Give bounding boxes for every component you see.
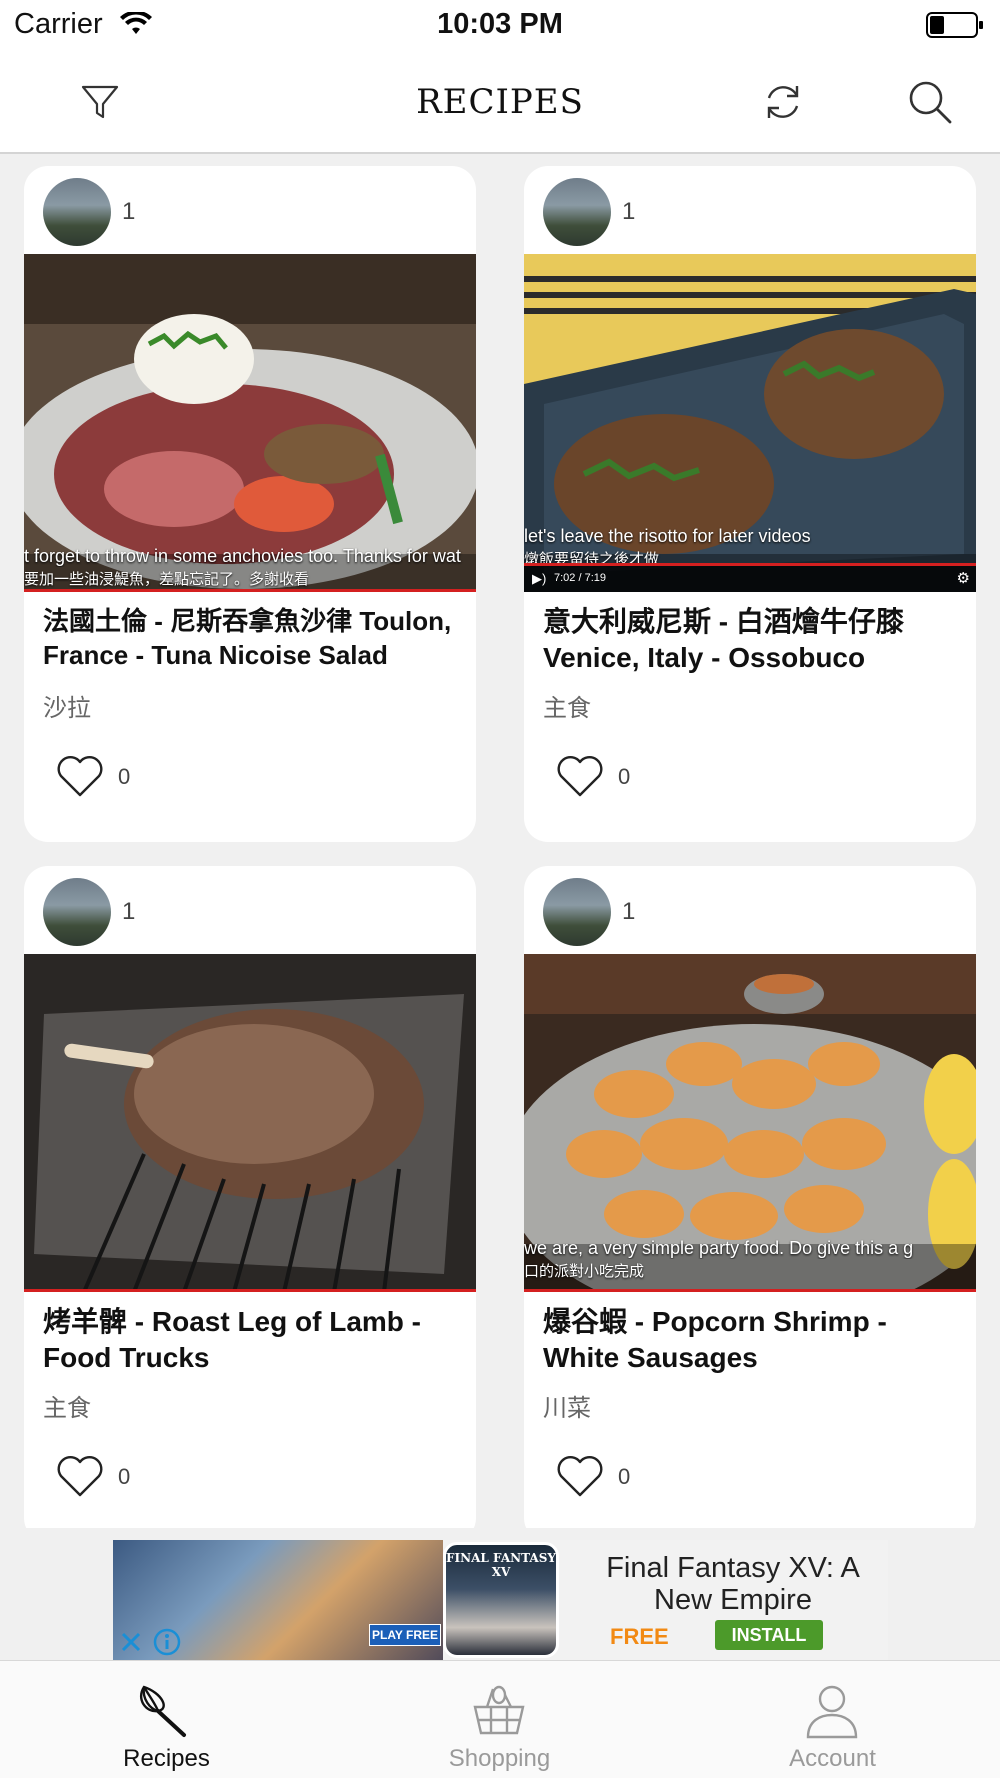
heart-icon [57,1456,103,1497]
recipe-video-thumbnail[interactable]: let's leave the risotto for later videos… [524,254,976,592]
card-header: 1 [524,866,976,954]
video-controls: ▶) 7:02 / 7:19 ⚙ [524,566,976,592]
video-caption-translation: 口的派對小吃完成 [524,1263,645,1280]
recipe-card[interactable]: 1 we are, a very simple party food. Do g… [524,866,976,1528]
tab-account[interactable]: Account [666,1661,999,1778]
tab-recipes[interactable]: Recipes [0,1661,333,1778]
heart-icon [557,1456,603,1497]
recipe-category: 主食 [43,1395,91,1422]
video-caption-translation: 要加一些油浸鯷魚，差點忘記了。多謝收看 [24,571,310,588]
battery-icon [926,12,983,38]
lamb-image [24,954,476,1292]
tab-label: Recipes [123,1745,210,1772]
author-count: 1 [622,198,636,225]
tab-shopping[interactable]: Shopping [333,1661,666,1778]
ad-install-button[interactable]: INSTALL [715,1620,823,1650]
like-button[interactable]: 0 [56,754,256,804]
heart-icon [57,756,103,797]
author-count: 1 [622,898,636,925]
like-button[interactable]: 0 [56,1454,256,1504]
navigation-bar: RECIPES [0,52,1000,154]
info-icon[interactable] [153,1628,181,1656]
recipe-title[interactable]: 意大利威尼斯 - 白酒燴牛仔膝 Venice, Italy - Ossobuco [543,604,963,676]
recipe-grid[interactable]: 1 t forget to throw in some anchovies to… [0,156,1000,1528]
card-header: 1 [24,166,476,254]
ad-headline[interactable]: Final Fantasy XV: A New Empire [583,1552,883,1616]
tab-label: Shopping [448,1745,551,1772]
author-count: 1 [122,898,136,925]
author-avatar[interactable] [43,878,111,946]
video-caption: we are, a very simple party food. Do giv… [524,1238,914,1258]
close-icon[interactable] [117,1628,145,1656]
author-count: 1 [122,198,136,225]
whisk-icon [139,1685,186,1737]
author-avatar[interactable] [43,178,111,246]
video-caption: t forget to throw in some anchovies too.… [24,546,461,566]
card-header: 1 [24,866,476,954]
like-count: 0 [618,1464,631,1489]
recipe-category: 主食 [543,695,591,722]
video-caption: let's leave the risotto for later videos [524,526,811,546]
recipe-video-thumbnail[interactable] [24,954,476,1292]
author-avatar[interactable] [543,878,611,946]
recipe-title[interactable]: 烤羊髀 - Roast Leg of Lamb - Food Trucks [43,1304,463,1376]
like-count: 0 [118,1464,131,1489]
recipe-video-thumbnail[interactable]: we are, a very simple party food. Do giv… [524,954,976,1292]
ad-logo-text: FINAL FANTASY XV [446,1551,556,1579]
ad-price: FREE [610,1624,669,1649]
page-title: RECIPES [416,82,584,122]
ad-play-free-badge[interactable]: PLAY FREE [369,1624,441,1646]
person-icon [806,1685,858,1739]
tab-bar: Recipes Shopping Account [0,1660,1000,1778]
recipe-category: 沙拉 [43,695,91,722]
refresh-button[interactable] [755,74,811,130]
author-avatar[interactable] [543,178,611,246]
settings-gear-icon[interactable]: ⚙ [957,569,970,587]
salad-image [24,254,476,592]
video-time: 7:02 / 7:19 [554,572,606,584]
video-progress-line [24,1289,476,1292]
video-progress-line [524,1289,976,1292]
recipe-card[interactable]: 1 烤羊髀 - Roast Leg of Lamb - Food Trucks … [24,866,476,1528]
recipe-video-thumbnail[interactable]: t forget to throw in some anchovies too.… [24,254,476,592]
volume-icon[interactable]: ▶) [532,571,546,587]
recipe-card[interactable]: 1 let's leave the risotto for later vide… [524,166,976,842]
search-button[interactable] [902,74,958,130]
recipe-title[interactable]: 法國土倫 - 尼斯吞拿魚沙律 Toulon, France - Tuna Nic… [43,604,463,672]
search-icon [909,81,952,124]
tab-label: Account [789,1745,876,1772]
heart-icon [557,756,603,797]
ad-app-logo[interactable]: FINAL FANTASY XV [443,1542,559,1658]
recipe-title[interactable]: 爆谷蝦 - Popcorn Shrimp - White Sausages [543,1304,963,1376]
recipe-category: 川菜 [543,1395,591,1422]
video-progress-line [24,589,476,592]
status-bar: Carrier 10:03 PM [0,0,1000,52]
like-count: 0 [118,764,131,789]
like-button[interactable]: 0 [556,1454,756,1504]
refresh-icon [767,86,799,118]
status-time: 10:03 PM [437,8,563,40]
recipe-card[interactable]: 1 t forget to throw in some anchovies to… [24,166,476,842]
card-header: 1 [524,166,976,254]
ad-banner[interactable]: PLAY FREE FINAL FANTASY XV Final Fantasy… [113,1540,888,1660]
basket-icon [473,1685,525,1735]
like-button[interactable]: 0 [556,754,756,804]
like-count: 0 [618,764,631,789]
